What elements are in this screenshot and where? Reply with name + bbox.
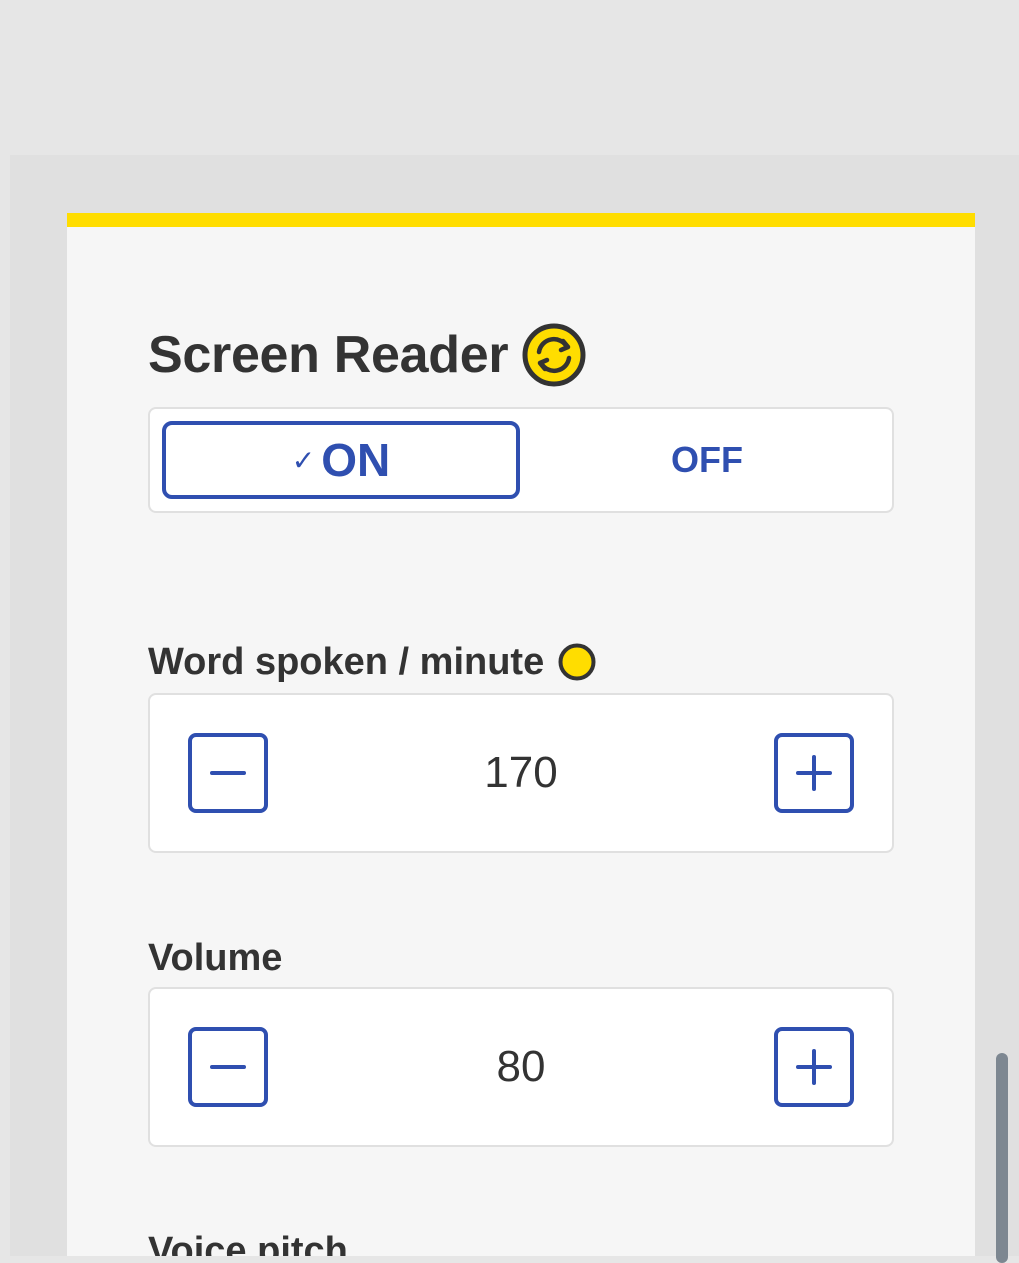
decrease-volume-button[interactable] — [188, 1027, 268, 1107]
plus-icon — [796, 1049, 832, 1085]
section-title-text: Screen Reader — [148, 326, 509, 384]
toggle-off-button[interactable]: OFF — [530, 421, 884, 499]
toggle-on-button[interactable]: ✓ ON — [162, 421, 520, 499]
toggle-on-label: ON — [321, 434, 391, 486]
settings-panel: Screen Reader ✓ ON OFF Word spoken / min… — [10, 155, 1019, 1256]
voice-pitch-label-text: Voice pitch — [148, 1230, 348, 1256]
checkmark-icon: ✓ — [291, 444, 316, 476]
words-per-minute-label: Word spoken / minute — [148, 640, 596, 684]
increase-words-button[interactable] — [774, 733, 854, 813]
plus-icon — [796, 755, 832, 791]
volume-label: Volume — [148, 936, 282, 980]
words-per-minute-value: 170 — [484, 748, 558, 797]
voice-pitch-label: Voice pitch — [148, 1229, 348, 1256]
decrease-words-button[interactable] — [188, 733, 268, 813]
minus-icon — [210, 1065, 246, 1069]
volume-stepper: 80 — [148, 987, 894, 1147]
volume-label-text: Volume — [148, 937, 283, 979]
section-title: Screen Reader — [148, 323, 586, 387]
toggle-off-label: OFF — [671, 439, 743, 480]
words-per-minute-stepper: 170 — [148, 693, 894, 853]
screen-reader-toggle: ✓ ON OFF — [148, 407, 894, 513]
screen-reader-card: Screen Reader ✓ ON OFF Word spoken / min… — [67, 213, 975, 1256]
words-per-minute-label-text: Word spoken / minute — [148, 641, 545, 683]
minus-icon — [210, 771, 246, 775]
increase-volume-button[interactable] — [774, 1027, 854, 1107]
scrollbar-thumb[interactable] — [996, 1053, 1008, 1263]
status-dot-icon — [558, 643, 596, 681]
volume-value: 80 — [496, 1042, 546, 1091]
sync-icon — [522, 323, 586, 387]
